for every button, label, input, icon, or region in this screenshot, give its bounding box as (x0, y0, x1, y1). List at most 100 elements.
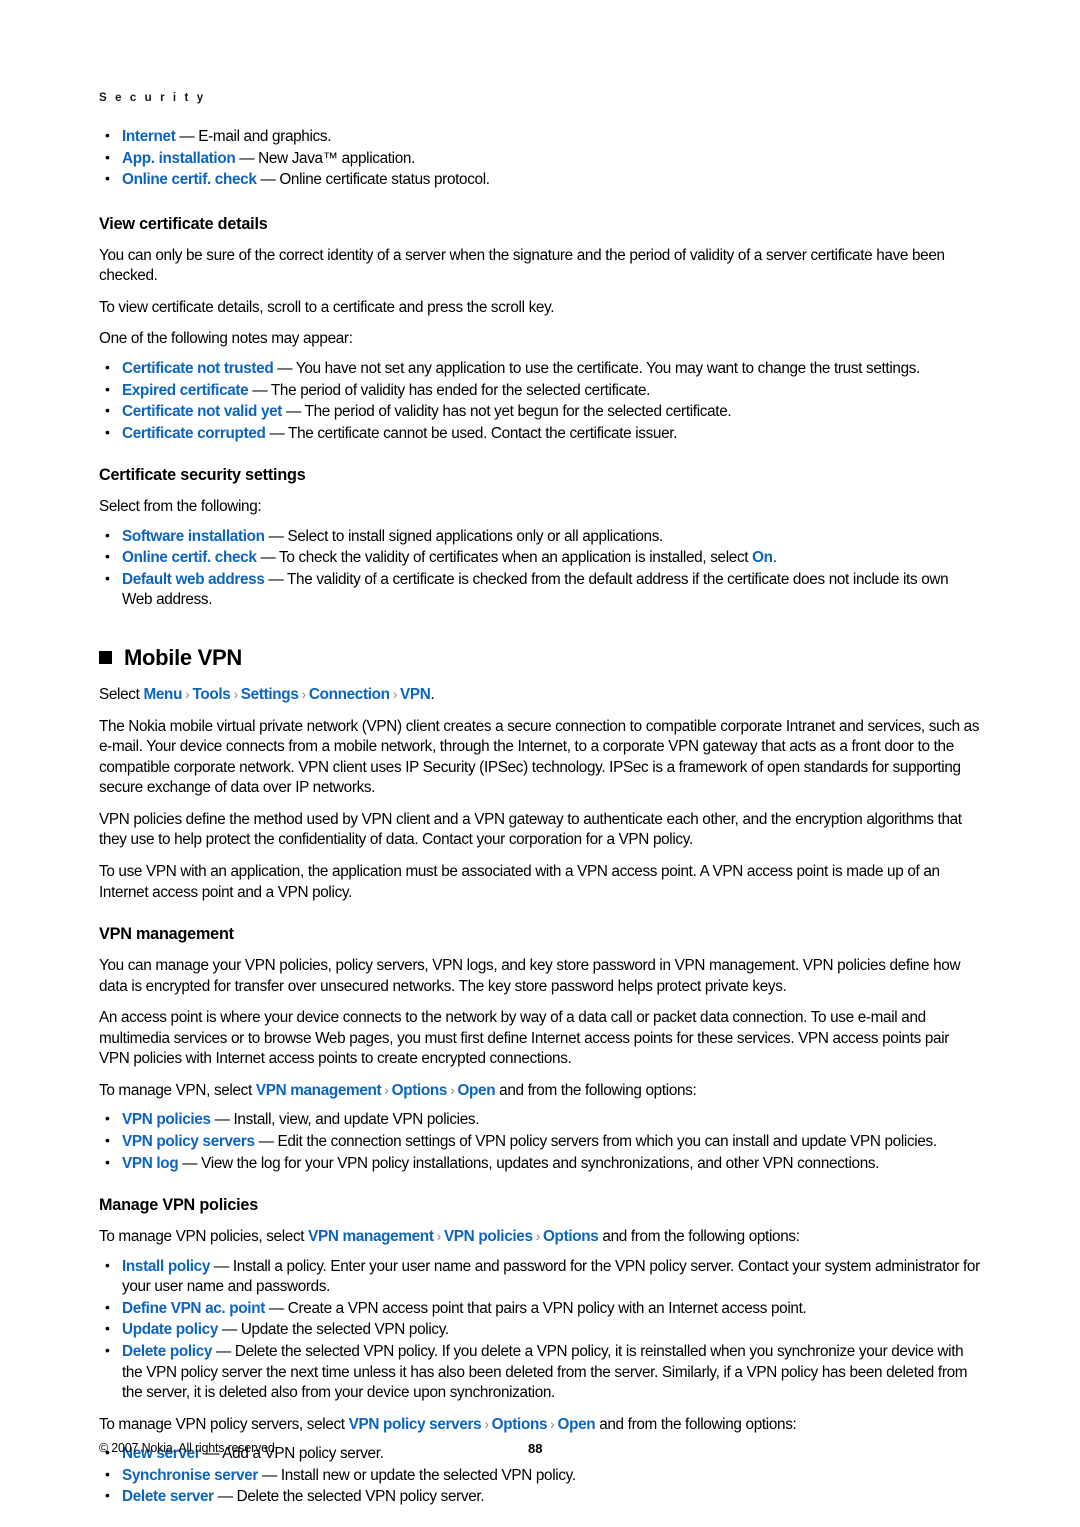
keyword: Define VPN ac. point (122, 1299, 265, 1317)
keyword: Online certif. check (122, 549, 257, 567)
breadcrumb-item-vpn[interactable]: VPN (400, 686, 431, 703)
breadcrumb-item-options[interactable]: Options (492, 1416, 548, 1433)
list-item-text: — The certificate cannot be used. Contac… (265, 424, 678, 442)
lead-suffix: and from the following options: (495, 1081, 697, 1099)
list-item: Install policy — Install a policy. Enter… (99, 1256, 980, 1298)
breadcrumb-item-vpn-management[interactable]: VPN management (308, 1228, 434, 1245)
black-square-bullet-icon (99, 650, 112, 664)
paragraph: VPN policies define the method used by V… (99, 810, 962, 849)
section-heading-vpn-management: VPN management (99, 925, 234, 944)
list-item: Delete server — Delete the selected VPN … (99, 1486, 980, 1508)
list-item-text: — The period of validity has ended for t… (248, 381, 651, 399)
select-prefix: Select (99, 686, 144, 703)
list-item-text: — View the log for your VPN policy insta… (178, 1154, 880, 1172)
list-item-text: — Edit the connection settings of VPN po… (254, 1133, 938, 1150)
chevron-right-icon: › (436, 1228, 442, 1245)
breadcrumb-item-vpn-policies[interactable]: VPN policies (444, 1228, 533, 1245)
list-item: Define VPN ac. point — Create a VPN acce… (99, 1298, 980, 1320)
lead-suffix: and from the following options: (598, 1228, 800, 1246)
list-item-text-tail: . (772, 549, 777, 567)
list-item-text: — Install new or update the selected VPN… (258, 1466, 576, 1484)
chevron-right-icon: › (450, 1081, 455, 1098)
list-item: Expired certificate — The period of vali… (99, 380, 980, 402)
section-heading-certificate-security-settings: Certificate security settings (99, 466, 306, 485)
menu-path-line: To manage VPN policies, select VPN manag… (99, 1227, 980, 1248)
lead-prefix: To manage VPN policy servers, select (99, 1415, 349, 1433)
keyword: Online certif. check (122, 171, 257, 189)
list-item-text: — Select to install signed applications … (264, 527, 664, 545)
chapter-heading-label: Mobile VPN (124, 645, 243, 670)
chevron-right-icon: › (233, 686, 238, 702)
list-item-text: — You have not set any application to us… (273, 359, 920, 377)
list-item: Delete policy — Delete the selected VPN … (99, 1341, 980, 1404)
lead-prefix: To manage VPN, select (99, 1081, 256, 1099)
list-item-text: — Install a policy. Enter your user name… (122, 1257, 980, 1296)
keyword: Delete server (122, 1488, 214, 1506)
list-item-text: — Online certificate status protocol. (256, 171, 490, 189)
menu-path-line: To manage VPN policy servers, select VPN… (99, 1415, 980, 1436)
paragraph: To use VPN with an application, the appl… (99, 862, 940, 901)
page-footer: © 2007 Nokia. All rights reserved. 88 (99, 1441, 980, 1459)
menu-path-line: To manage VPN, select VPN management › Opt… (99, 1081, 980, 1102)
breadcrumb-item-options[interactable]: Options (543, 1228, 599, 1245)
document-page: S e c u r i t y Internet — E-mail and gr… (0, 0, 1080, 1527)
paragraph: The Nokia mobile virtual private network… (99, 717, 980, 797)
breadcrumb-item-tools[interactable]: Tools (192, 686, 230, 703)
keyword: App. installation (122, 149, 236, 167)
keyword: Synchronise server (122, 1466, 259, 1484)
keyword: Install policy (122, 1257, 211, 1275)
breadcrumb-item-options[interactable]: Options (392, 1082, 448, 1099)
list-item: Online certif. check — Online certificat… (99, 169, 980, 191)
section-heading-manage-vpn-policies: Manage VPN policies (99, 1196, 259, 1215)
list-item: VPN log — View the log for your VPN poli… (99, 1153, 980, 1175)
list-item-text: — Delete the selected VPN policy server. (213, 1488, 485, 1506)
lead-suffix: and from the following options: (595, 1415, 797, 1433)
paragraph: To view certificate details, scroll to a… (99, 298, 555, 316)
chevron-right-icon: › (484, 1415, 489, 1432)
list-item-text: — The period of validity has not yet beg… (282, 403, 732, 421)
copyright-notice: © 2007 Nokia. All rights reserved. (99, 1441, 278, 1455)
keyword: Expired certificate (122, 381, 249, 399)
breadcrumb-item-vpn-policy-servers[interactable]: VPN policy servers (349, 1416, 482, 1433)
list-item: Internet — E-mail and graphics. (99, 126, 980, 148)
keyword: Delete policy (122, 1342, 213, 1360)
lead-prefix: To manage VPN policies, select (99, 1228, 309, 1246)
keyword: Certificate not valid yet (122, 403, 283, 421)
breadcrumb-item-menu[interactable]: Menu (143, 686, 182, 703)
keyword: Certificate corrupted (122, 424, 266, 442)
keyword: Software installation (122, 527, 265, 545)
chevron-right-icon: › (384, 1081, 389, 1098)
chevron-right-icon: › (185, 686, 190, 702)
list-item-text: — Update the selected VPN policy. (218, 1321, 449, 1339)
breadcrumb-item-connection[interactable]: Connection (309, 686, 390, 703)
list-item-text: — To check the validity of certificates … (256, 549, 753, 567)
paragraph: Select from the following: (99, 498, 262, 516)
keyword: Default web address (122, 570, 265, 588)
paragraph: An access point is where your device con… (99, 1009, 950, 1068)
list-item: VPN policies — Install, view, and update… (99, 1109, 980, 1131)
certificate-notes-list: Certificate not trusted — You have not s… (99, 358, 980, 444)
list-item: Software installation — Select to instal… (99, 526, 980, 548)
keyword: VPN policy servers (122, 1133, 255, 1150)
list-item-text: — E-mail and graphics. (175, 128, 332, 145)
list-item: Online certif. check — To check the vali… (99, 547, 980, 569)
paragraph: You can manage your VPN policies, policy… (99, 957, 961, 995)
list-item: Certificate not trusted — You have not s… (99, 358, 980, 380)
chevron-right-icon: › (392, 686, 398, 702)
keyword: VPN log (122, 1154, 179, 1172)
breadcrumb-item-vpn-management[interactable]: VPN management (256, 1082, 382, 1099)
keyword-value-on: On (752, 549, 773, 567)
chevron-right-icon: › (550, 1415, 555, 1432)
chevron-right-icon: › (535, 1228, 541, 1245)
certificate-security-list: Software installation — Select to instal… (99, 526, 980, 611)
list-item: VPN policy servers — Edit the connection… (99, 1131, 980, 1153)
intro-bullet-list: Internet — E-mail and graphics. App. ins… (99, 126, 980, 191)
list-item: App. installation — New Java™ applicatio… (99, 148, 980, 170)
breadcrumb-item-open[interactable]: Open (457, 1082, 495, 1099)
list-item-text: — Create a VPN access point that pairs a… (265, 1299, 807, 1317)
page-number: 88 (528, 1441, 543, 1456)
breadcrumb-item-settings[interactable]: Settings (241, 686, 299, 703)
chapter-heading-mobile-vpn: Mobile VPN (99, 645, 980, 671)
breadcrumb-item-open[interactable]: Open (558, 1416, 596, 1433)
list-item-text: — Delete the selected VPN policy. If you… (122, 1342, 968, 1402)
